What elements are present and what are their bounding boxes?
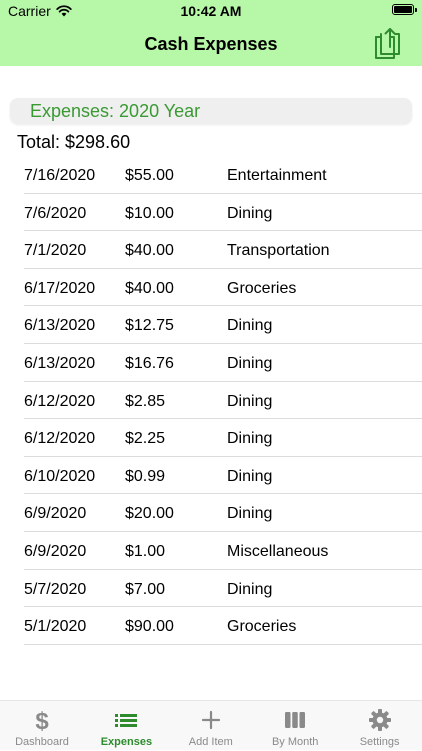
expense-amount: $20.00 [125, 505, 174, 523]
tab-label: By Month [271, 736, 319, 748]
expense-row[interactable]: 7/6/2020 $10.00 Dining [0, 194, 422, 232]
expense-row[interactable]: 5/1/2020 $90.00 Groceries [0, 607, 422, 645]
expense-row[interactable]: 6/9/2020 $20.00 Dining [0, 494, 422, 532]
expense-amount: $0.99 [125, 467, 166, 485]
tab-label: Expenses [100, 736, 153, 748]
expense-row[interactable]: 6/12/2020 $2.85 Dining [0, 382, 422, 420]
columns-icon [253, 707, 337, 733]
expense-date: 6/17/2020 [24, 279, 96, 297]
expense-row[interactable]: 7/1/2020 $40.00 Transportation [0, 231, 422, 269]
expense-row[interactable]: 6/10/2020 $0.99 Dining [0, 457, 422, 495]
tab-bar: $ Dashboard Expenses Add Item By Month Settin… [0, 700, 422, 750]
expense-amount: $7.00 [125, 580, 166, 598]
expense-amount: $2.25 [125, 430, 166, 448]
share-button[interactable] [372, 27, 402, 61]
top-bar: Carrier 10:42 AM Cash Expenses [0, 0, 422, 66]
status-time: 10:42 AM [180, 3, 242, 19]
expense-row[interactable]: 5/7/2020 $7.00 Dining [0, 570, 422, 608]
expense-date: 6/13/2020 [24, 317, 96, 335]
tab-add-item[interactable]: Add Item [169, 701, 253, 751]
list-icon [84, 707, 168, 733]
expense-amount: $1.00 [125, 542, 166, 560]
expense-date: 7/6/2020 [24, 204, 87, 222]
expense-date: 5/7/2020 [24, 580, 87, 598]
plus-icon [169, 707, 253, 733]
expense-category: Dining [227, 354, 273, 372]
share-icon [375, 28, 400, 59]
section-title: Expenses: 2020 Year [30, 101, 201, 121]
expense-amount: $40.00 [125, 242, 174, 260]
tab-dashboard[interactable]: $ Dashboard [0, 701, 84, 751]
expense-category: Miscellaneous [227, 542, 329, 560]
expense-date: 7/1/2020 [24, 242, 87, 260]
expense-row[interactable]: 6/13/2020 $12.75 Dining [0, 306, 422, 344]
expense-amount: $12.75 [125, 317, 174, 335]
expense-date: 6/12/2020 [24, 430, 96, 448]
tab-label: Settings [359, 736, 400, 748]
expense-category: Entertainment [227, 167, 327, 184]
section-header: Expenses: 2020 Year [10, 98, 412, 124]
status-bar: Carrier 10:42 AM [0, 0, 422, 24]
dollar-icon: $ [0, 707, 84, 733]
expense-category: Dining [227, 505, 273, 523]
expense-category: Dining [227, 430, 273, 448]
expense-date: 6/9/2020 [24, 505, 87, 523]
expense-category: Dining [227, 204, 273, 222]
expense-amount: $90.00 [125, 618, 174, 636]
expense-list: 7/16/2020 $55.00 Entertainment 7/6/2020 $10.… [0, 156, 422, 645]
svg-text:$: $ [35, 708, 49, 733]
tab-by-month[interactable]: By Month [253, 701, 337, 751]
expense-date: 6/13/2020 [24, 354, 96, 372]
expense-date: 7/16/2020 [24, 167, 96, 184]
expense-category: Transportation [227, 242, 330, 260]
expense-category: Dining [227, 392, 273, 410]
expense-date: 5/1/2020 [24, 618, 87, 636]
expense-amount: $40.00 [125, 279, 174, 297]
expense-row[interactable]: 6/13/2020 $16.76 Dining [0, 344, 422, 382]
tab-label: Dashboard [15, 736, 69, 748]
expense-amount: $16.76 [125, 354, 174, 372]
expense-category: Dining [227, 467, 273, 485]
page-title: Cash Expenses [144, 34, 278, 54]
expense-date: 6/10/2020 [24, 467, 96, 485]
tab-settings[interactable]: Settings [338, 701, 422, 751]
expense-amount: $10.00 [125, 204, 174, 222]
tab-label: Add Item [188, 736, 233, 748]
total-label: Total: $298.60 [17, 132, 131, 152]
expense-category: Groceries [227, 618, 297, 636]
navigation-bar: Cash Expenses [0, 24, 422, 66]
expense-row[interactable]: 6/9/2020 $1.00 Miscellaneous [0, 532, 422, 570]
expense-row[interactable]: 7/16/2020 $55.00 Entertainment [0, 156, 422, 194]
battery-icon [392, 4, 417, 15]
gear-icon [338, 707, 422, 733]
expense-category: Groceries [227, 279, 297, 297]
expense-amount: $55.00 [125, 167, 174, 184]
tab-expenses[interactable]: Expenses [84, 701, 168, 751]
expense-row[interactable]: 6/17/2020 $40.00 Groceries [0, 269, 422, 307]
expense-date: 6/9/2020 [24, 542, 87, 560]
app-screen: Carrier 10:42 AM Cash Expenses Expenses:… [0, 0, 422, 750]
expense-date: 6/12/2020 [24, 392, 96, 410]
expense-row[interactable]: 6/12/2020 $2.25 Dining [0, 419, 422, 457]
expense-amount: $2.85 [125, 392, 166, 410]
expense-category: Dining [227, 580, 273, 598]
expense-category: Dining [227, 317, 273, 335]
